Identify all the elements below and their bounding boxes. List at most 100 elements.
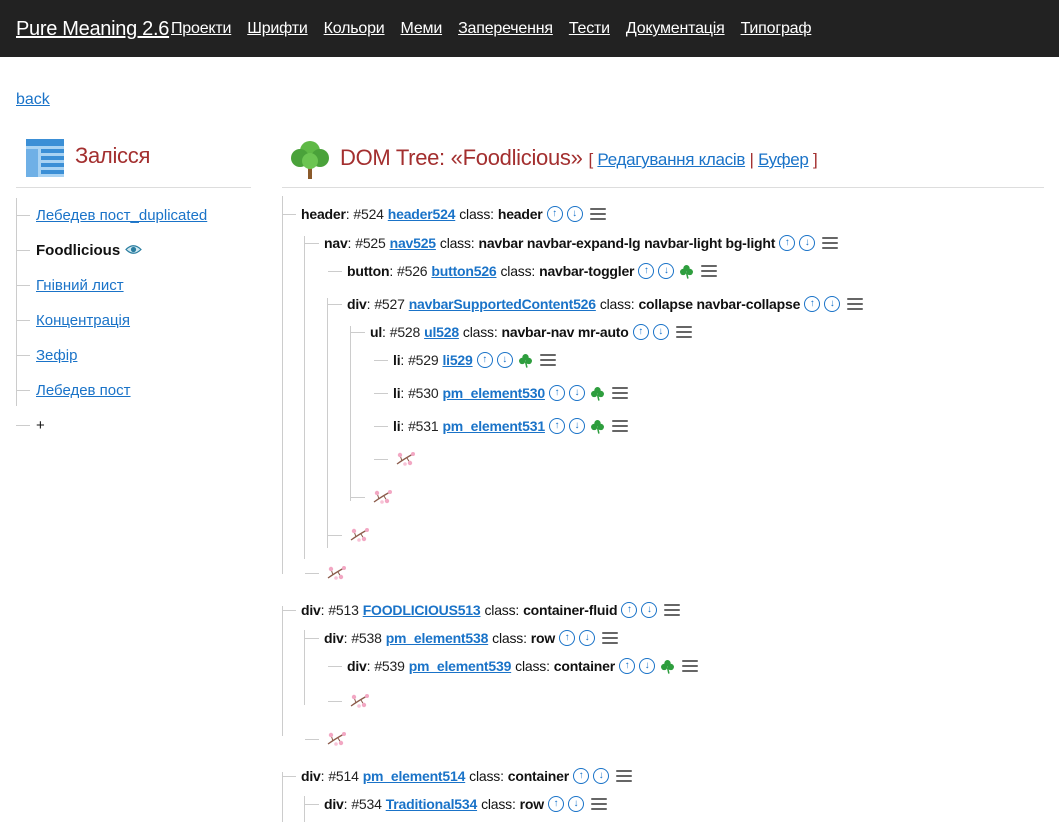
hamburger-menu-icon[interactable] xyxy=(681,660,698,672)
node-id-link[interactable]: pm_element531 xyxy=(442,418,545,434)
node-tag-colon: : xyxy=(366,296,371,312)
move-up-icon[interactable]: ↑ xyxy=(548,385,565,401)
move-down-icon[interactable]: ↓ xyxy=(592,768,609,784)
hamburger-menu-icon[interactable] xyxy=(664,604,681,616)
move-up-icon[interactable]: ↑ xyxy=(632,324,649,340)
tree-branch-line xyxy=(328,665,342,667)
move-down-icon[interactable]: ↓ xyxy=(652,324,669,340)
hamburger-menu-icon[interactable] xyxy=(701,265,718,277)
tree-node-row: div: #514 pm_element514 class: container ↑ ↓ xyxy=(282,764,632,788)
brand-link[interactable]: Pure Meaning 2.6 xyxy=(16,18,169,41)
blossom-branch-icon[interactable] xyxy=(326,731,346,747)
hamburger-menu-icon[interactable] xyxy=(822,237,839,249)
add-page-button[interactable]: + xyxy=(16,413,45,437)
node-id-link[interactable]: pm_element530 xyxy=(442,385,545,401)
clover-icon[interactable] xyxy=(590,419,605,434)
node-tag-colon: : xyxy=(389,263,394,279)
move-down-icon[interactable]: ↓ xyxy=(638,658,655,674)
node-tag: div xyxy=(301,602,321,618)
node-classes: header xyxy=(497,206,543,222)
hamburger-menu-icon[interactable] xyxy=(590,798,607,810)
edit-classes-link[interactable]: Редагування класів xyxy=(597,150,745,169)
page-item[interactable]: Лебедев пост_duplicated xyxy=(16,203,207,227)
node-id-link[interactable]: header524 xyxy=(388,206,456,222)
hamburger-menu-icon[interactable] xyxy=(539,354,556,366)
page-item-link[interactable]: Зефір xyxy=(36,347,77,364)
page-item-link[interactable]: Лебедев пост_duplicated xyxy=(36,207,207,224)
blossom-branch-icon[interactable] xyxy=(349,527,369,543)
move-up-icon[interactable]: ↑ xyxy=(804,296,821,312)
move-down-icon[interactable]: ↓ xyxy=(567,796,584,812)
page-item-link[interactable]: Гнівний лист xyxy=(36,277,124,294)
node-id-link[interactable]: FOODLICIOUS513 xyxy=(363,602,481,618)
move-down-icon[interactable]: ↓ xyxy=(641,602,658,618)
page-item-link[interactable]: Лебедев пост xyxy=(36,382,131,399)
move-down-icon[interactable]: ↓ xyxy=(799,235,816,251)
move-up-icon[interactable]: ↑ xyxy=(548,418,565,434)
blossom-branch-icon[interactable] xyxy=(395,451,415,467)
move-down-icon[interactable]: ↓ xyxy=(568,385,585,401)
move-down-icon[interactable]: ↓ xyxy=(658,263,675,279)
nav-link-colors[interactable]: Кольори xyxy=(324,20,385,38)
clover-icon[interactable] xyxy=(679,264,694,279)
nav-link-documentation[interactable]: Документація xyxy=(626,20,725,38)
table-layout-icon xyxy=(26,139,64,177)
blossom-branch-icon[interactable] xyxy=(349,693,369,709)
move-up-icon[interactable]: ↑ xyxy=(618,658,635,674)
node-tag-colon: : xyxy=(320,768,325,784)
hamburger-menu-icon[interactable] xyxy=(602,632,619,644)
node-id-link[interactable]: pm_element539 xyxy=(409,658,512,674)
hamburger-menu-icon[interactable] xyxy=(611,420,628,432)
node-id-link[interactable]: pm_element538 xyxy=(386,630,489,646)
nav-link-typograph[interactable]: Типограф xyxy=(741,20,812,38)
nav-link-projects[interactable]: Проекти xyxy=(171,20,231,38)
move-up-icon[interactable]: ↑ xyxy=(779,235,796,251)
hamburger-menu-icon[interactable] xyxy=(589,208,606,220)
page-item[interactable]: Лебедев пост xyxy=(16,378,131,402)
nav-link-memes[interactable]: Меми xyxy=(401,20,443,38)
nav-link-tests[interactable]: Тести xyxy=(569,20,610,38)
node-id-link[interactable]: ul528 xyxy=(424,324,459,340)
node-id-link[interactable]: nav525 xyxy=(390,235,436,251)
move-up-icon[interactable]: ↑ xyxy=(638,263,655,279)
move-up-icon[interactable]: ↑ xyxy=(546,206,563,222)
page-item[interactable]: Концентрація xyxy=(16,308,130,332)
node-id-link[interactable]: navbarSupportedContent526 xyxy=(409,296,596,312)
node-id-link[interactable]: li529 xyxy=(442,352,472,368)
tree-node-row: div: #534 Traditional534 class: row ↑ ↓ xyxy=(305,792,607,816)
move-up-icon[interactable]: ↑ xyxy=(621,602,638,618)
move-down-icon[interactable]: ↓ xyxy=(579,630,596,646)
page-item[interactable]: Зефір xyxy=(16,343,77,367)
hamburger-menu-icon[interactable] xyxy=(675,326,692,338)
move-down-icon[interactable]: ↓ xyxy=(824,296,841,312)
move-up-icon[interactable]: ↑ xyxy=(559,630,576,646)
buffer-link[interactable]: Буфер xyxy=(758,150,809,169)
dom-tree-title: DOM Tree: «Foodlicious» xyxy=(340,145,583,170)
page-item[interactable]: Гнівний лист xyxy=(16,273,124,297)
move-down-icon[interactable]: ↓ xyxy=(568,418,585,434)
clover-icon[interactable] xyxy=(518,353,533,368)
move-up-icon[interactable]: ↑ xyxy=(572,768,589,784)
blossom-branch-icon[interactable] xyxy=(326,565,346,581)
move-up-icon[interactable]: ↑ xyxy=(547,796,564,812)
move-up-icon[interactable]: ↑ xyxy=(476,352,493,368)
hamburger-menu-icon[interactable] xyxy=(615,770,632,782)
blossom-branch-icon[interactable] xyxy=(372,489,392,505)
page-item-active[interactable]: Foodlicious xyxy=(16,238,143,262)
clover-icon[interactable] xyxy=(660,659,675,674)
node-id-link[interactable]: button526 xyxy=(431,263,496,279)
node-id-link[interactable]: Traditional534 xyxy=(386,796,478,812)
hamburger-menu-icon[interactable] xyxy=(611,387,628,399)
nav-link-objections[interactable]: Заперечення xyxy=(458,20,553,38)
nav-link-fonts[interactable]: Шрифти xyxy=(247,20,308,38)
back-link[interactable]: back xyxy=(16,91,50,109)
clover-icon[interactable] xyxy=(590,386,605,401)
hamburger-menu-icon[interactable] xyxy=(847,298,864,310)
tree-node-row: div: #538 pm_element538 class: row ↑ ↓ xyxy=(305,626,619,650)
move-down-icon[interactable]: ↓ xyxy=(566,206,583,222)
dom-tree-header: DOM Tree: «Foodlicious» [ Редагування кл… xyxy=(282,136,1044,188)
page-item-link[interactable]: Концентрація xyxy=(36,312,130,329)
node-id-link[interactable]: pm_element514 xyxy=(363,768,466,784)
eye-icon[interactable] xyxy=(125,243,143,258)
move-down-icon[interactable]: ↓ xyxy=(496,352,513,368)
